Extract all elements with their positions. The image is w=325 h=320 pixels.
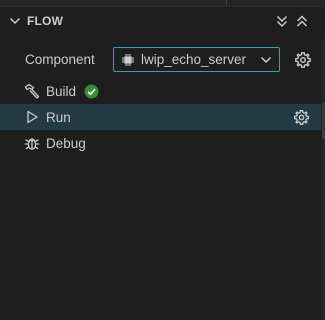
component-settings-gear-icon[interactable] [294, 51, 312, 69]
top-divider-strip [0, 0, 325, 7]
component-label: Component [25, 52, 95, 67]
flow-item-label: Run [46, 110, 71, 125]
component-dropdown[interactable]: lwip_echo_server [113, 47, 280, 72]
component-dropdown-value: lwip_echo_server [141, 52, 247, 67]
expand-all-icon[interactable] [294, 13, 310, 29]
chip-icon [122, 54, 134, 66]
top-divider-notch [226, 0, 227, 6]
hammer-icon [24, 83, 40, 99]
bug-icon [24, 138, 40, 150]
flow-section-header[interactable]: FLOW [0, 7, 325, 35]
chevron-down-icon[interactable] [8, 14, 22, 28]
collapse-all-icon[interactable] [274, 13, 290, 29]
success-check-icon [84, 84, 99, 99]
flow-item-label: Build [46, 84, 77, 99]
flow-item-label: Debug [46, 136, 86, 151]
flow-item-build[interactable]: Build [0, 78, 321, 104]
section-title: FLOW [27, 14, 64, 28]
chevron-down-icon [260, 56, 272, 64]
flow-panel: FLOW Component lwip_echo_server Build Ru… [0, 0, 325, 320]
flow-item-debug[interactable]: Debug [0, 130, 321, 156]
flow-item-run[interactable]: Run [0, 104, 321, 130]
run-settings-gear-icon[interactable] [293, 109, 310, 126]
play-icon [27, 110, 38, 124]
